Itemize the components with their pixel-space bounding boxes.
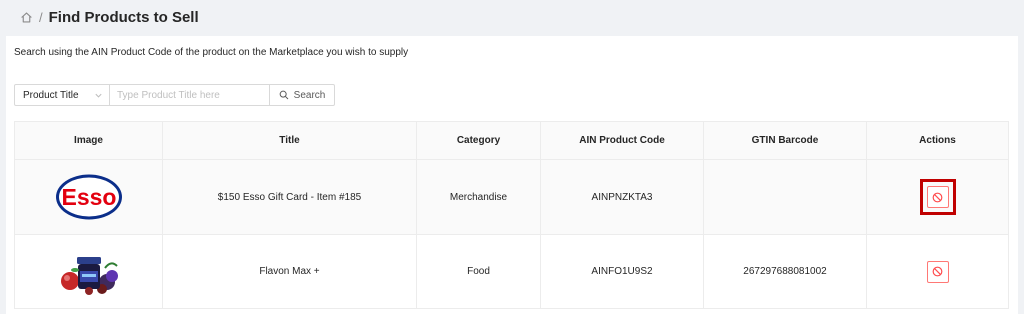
highlight-box (919, 179, 956, 215)
esso-logo: Esso (55, 174, 122, 220)
product-gtin-barcode (704, 160, 867, 234)
table-row: Esso $150 Esso Gift Card - Item #185 Mer… (15, 159, 1008, 234)
product-title: Flavon Max + (163, 235, 417, 308)
column-header-actions: Actions (919, 135, 956, 146)
search-field-select[interactable]: Product Title (14, 84, 110, 106)
flavon-product-image (60, 256, 118, 295)
products-table: Image Title Category AIN Product Code GT… (14, 121, 1009, 309)
actions-cell (867, 160, 1008, 234)
breadcrumb: / Find Products to Sell (20, 6, 199, 28)
product-image-cell (15, 235, 163, 308)
search-description: Search using the AIN Product Code of the… (14, 47, 409, 58)
search-icon (279, 90, 289, 100)
table-header: Image Title Category AIN Product Code GT… (15, 121, 1008, 159)
search-button-label: Search (293, 89, 326, 101)
product-ain-code: AINPNZKTA3 (541, 160, 704, 234)
product-title: $150 Esso Gift Card - Item #185 (163, 160, 417, 234)
ban-icon (932, 266, 943, 277)
svg-text:Esso: Esso (61, 184, 116, 210)
search-bar: Product Title Search (14, 84, 335, 106)
search-field-value: Product Title (23, 89, 79, 101)
product-gtin-barcode: 267297688081002 (704, 235, 867, 308)
column-header-ain: AIN Product Code (541, 122, 704, 159)
chevron-down-icon (95, 93, 102, 98)
block-product-button[interactable] (926, 186, 949, 208)
ban-icon (932, 192, 943, 202)
product-ain-code: AINFO1U9S2 (541, 235, 704, 308)
column-header-gtin: GTIN Barcode (704, 122, 867, 159)
actions-cell (867, 235, 1008, 308)
search-button[interactable]: Search (270, 84, 335, 106)
content-card: Search using the AIN Product Code of the… (6, 36, 1018, 314)
page-title: Find Products to Sell (48, 8, 199, 26)
product-category: Merchandise (417, 160, 541, 234)
home-icon[interactable] (20, 11, 33, 24)
block-product-button[interactable] (926, 260, 949, 283)
table-row: Flavon Max + Food AINFO1U9S2 26729768808… (15, 234, 1008, 309)
product-category: Food (417, 235, 541, 308)
product-image-cell: Esso (15, 160, 163, 234)
breadcrumb-separator: / (39, 9, 43, 25)
column-header-image: Image (15, 122, 163, 159)
column-header-category: Category (417, 122, 541, 159)
column-header-title: Title (163, 122, 417, 159)
search-input[interactable] (110, 84, 270, 106)
